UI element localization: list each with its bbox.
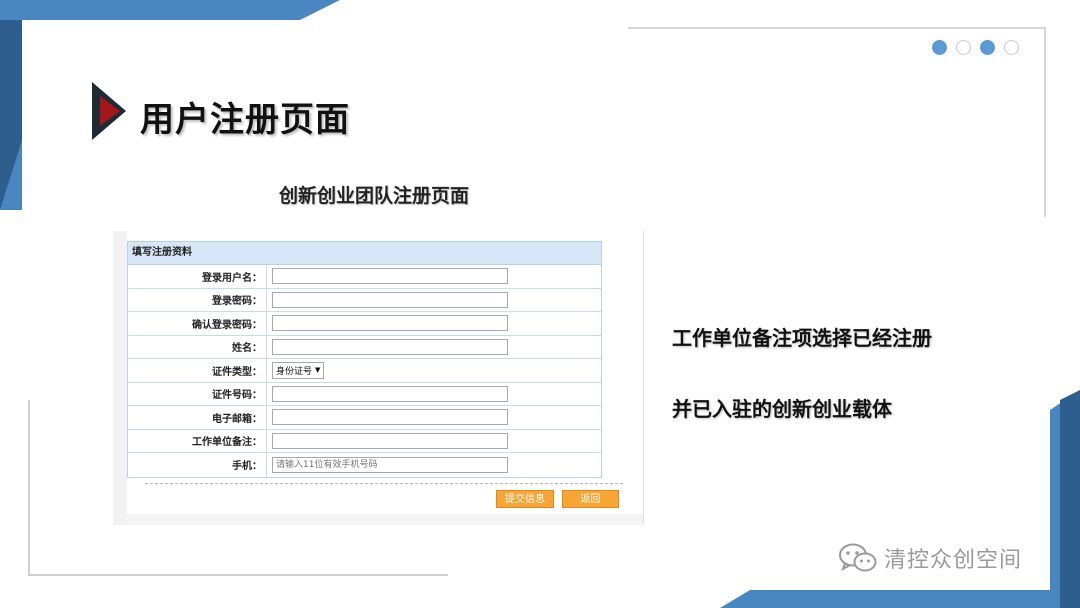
screenshot-right-line [643, 231, 644, 525]
submit-button[interactable]: 提交信息 [496, 490, 554, 508]
form-row-password: 登录密码： [128, 288, 601, 312]
screenshot-left-strip [113, 231, 127, 525]
form-row-workplace: 工作单位备注： [128, 429, 601, 453]
frame-line-top [628, 27, 1046, 29]
password-input[interactable] [272, 291, 508, 308]
id-type-select[interactable]: 身份证号 ▼ [272, 361, 325, 379]
id-type-label: 证件类型： [212, 366, 262, 378]
frame-line-right [1044, 27, 1046, 217]
registration-form: 填写注册资料 登录用户名： 登录密码： 确认登录密码： 姓名： 证件类型： 身份… [127, 241, 602, 478]
email-input[interactable] [272, 409, 508, 426]
side-note-line-2: 并已入驻的创新创业载体 [672, 397, 892, 421]
phone-input[interactable] [272, 456, 508, 473]
username-input[interactable] [272, 268, 508, 285]
pagination-dot [980, 40, 995, 55]
pagination-dot [956, 40, 971, 55]
watermark: 清控众创空间 [838, 542, 1022, 574]
confirm-password-input[interactable] [272, 315, 508, 332]
form-row-email: 电子邮箱： [128, 406, 601, 430]
username-label: 登录用户名： [202, 272, 262, 284]
registration-form-screenshot: 填写注册资料 登录用户名： 登录密码： 确认登录密码： 姓名： 证件类型： 身份… [113, 231, 645, 525]
form-row-username: 登录用户名： [128, 265, 601, 289]
id-number-input[interactable] [272, 385, 508, 402]
form-row-name: 姓名： [128, 335, 601, 359]
bottom-right-corner-decoration [720, 390, 1080, 608]
form-row-confirm-password: 确认登录密码： [128, 312, 601, 336]
id-type-selected-value: 身份证号 [276, 366, 313, 377]
id-number-label: 证件号码： [212, 390, 262, 402]
frame-line-left [28, 400, 30, 576]
side-note-line-1: 工作单位备注项选择已经注册 [672, 326, 932, 350]
wechat-icon [839, 543, 877, 572]
dropdown-arrow-icon: ▼ [315, 366, 321, 375]
confirm-password-label: 确认登录密码： [192, 319, 262, 331]
pagination-dots [932, 40, 1019, 55]
workplace-input[interactable] [272, 432, 508, 449]
back-button[interactable]: 返回 [562, 490, 619, 508]
form-header: 填写注册资料 [128, 242, 601, 265]
form-row-id-type: 证件类型： 身份证号 ▼ [128, 359, 601, 383]
pagination-dot [932, 40, 947, 55]
password-label: 登录密码： [212, 296, 262, 308]
title-arrow-icon [92, 82, 126, 140]
email-label: 电子邮箱： [212, 413, 262, 425]
phone-label: 手机： [232, 461, 262, 473]
screenshot-bottom-strip [127, 514, 643, 525]
right-edge-shape [1062, 230, 1080, 380]
name-input[interactable] [272, 338, 508, 355]
form-row-id-number: 证件号码： [128, 382, 601, 406]
form-divider [145, 483, 623, 484]
frame-line-bottom [28, 574, 448, 576]
name-label: 姓名： [232, 343, 262, 355]
pagination-dot [1004, 40, 1019, 55]
workplace-label: 工作单位备注： [192, 437, 262, 449]
slide-title: 用户注册页面 [140, 100, 350, 140]
form-row-phone: 手机： [128, 453, 601, 477]
watermark-text: 清控众创空间 [884, 548, 1023, 573]
screenshot-caption: 创新创业团队注册页面 [279, 185, 470, 207]
